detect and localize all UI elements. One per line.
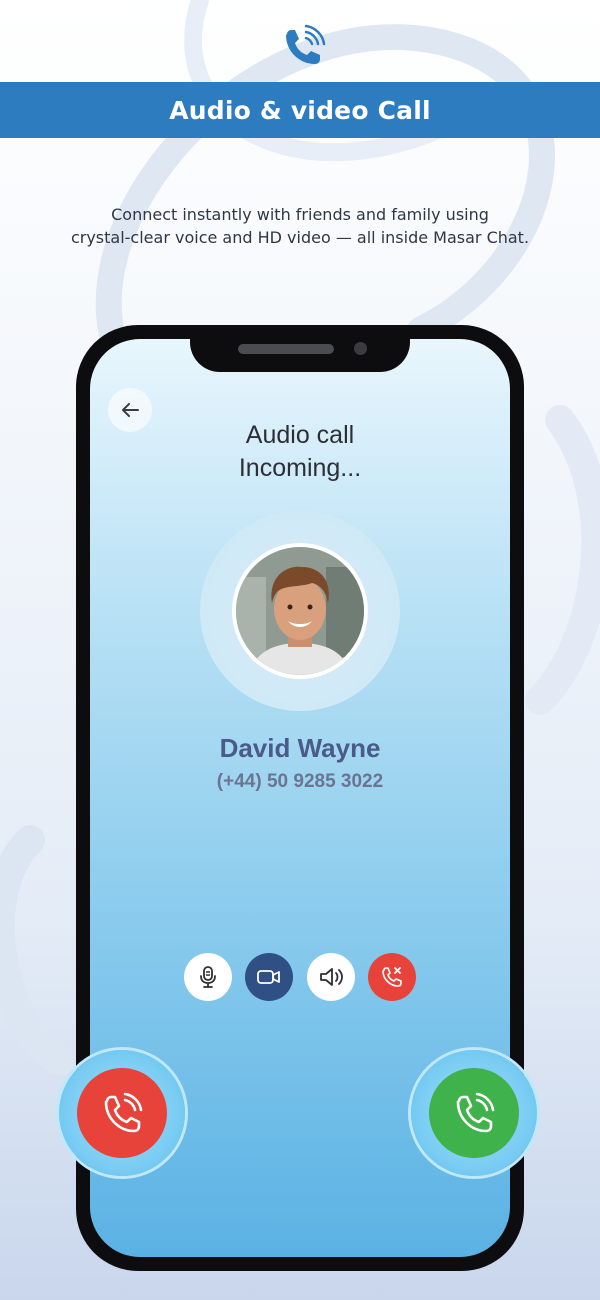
microphone-icon xyxy=(200,966,216,988)
description-line-1: Connect instantly with friends and famil… xyxy=(111,205,489,224)
speaker-button[interactable] xyxy=(306,953,355,1001)
phone-notch xyxy=(190,339,410,372)
call-controls xyxy=(184,953,416,1001)
phone-x-icon xyxy=(382,967,402,987)
phone-decline-icon xyxy=(104,1092,143,1133)
phone-speaker-grille xyxy=(238,344,334,354)
call-status-label: Incoming... xyxy=(238,454,362,482)
contact-phone-number: (+44) 50 9285 3022 xyxy=(216,771,384,792)
avatar xyxy=(236,547,364,675)
video-button[interactable] xyxy=(245,953,294,1001)
phone-accept-icon xyxy=(456,1092,495,1133)
title-banner: Audio & video Call xyxy=(0,82,600,138)
feature-description: Connect instantly with friends and famil… xyxy=(40,203,560,249)
phone-ringing-icon xyxy=(278,22,328,72)
arrow-left-icon xyxy=(122,403,139,417)
contact-avatar xyxy=(232,543,368,679)
decline-call-circle xyxy=(77,1068,167,1158)
page-title: Audio & video Call xyxy=(169,95,431,125)
accept-call-circle xyxy=(429,1068,519,1158)
description-line-2: crystal-clear voice and HD video — all i… xyxy=(70,228,530,247)
video-camera-icon xyxy=(257,970,281,984)
phone-camera xyxy=(354,342,367,355)
call-type-label: Audio call xyxy=(245,421,355,449)
accept-call-button[interactable] xyxy=(411,1050,537,1176)
end-call-button[interactable] xyxy=(367,953,416,1001)
mute-button[interactable] xyxy=(184,953,232,1001)
decline-call-button[interactable] xyxy=(59,1050,185,1176)
contact-name: David Wayne xyxy=(219,733,381,763)
speaker-icon xyxy=(319,968,343,986)
